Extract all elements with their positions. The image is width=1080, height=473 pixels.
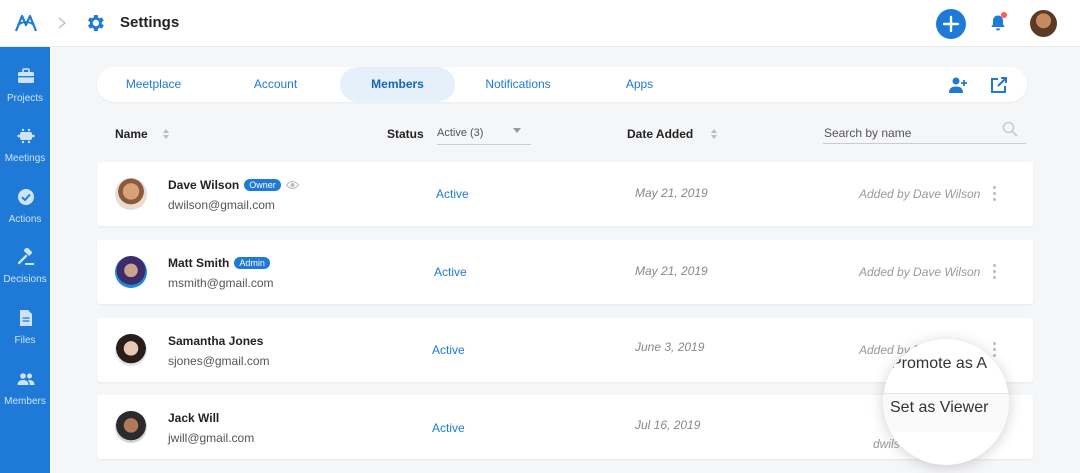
sidebar-item-label: Meetings — [4, 153, 46, 164]
page-title: Settings — [120, 14, 180, 31]
context-menu-magnifier: Promote as A Set as Viewer — [883, 339, 1009, 465]
table-row[interactable]: Dave Wilson Owner dwilson@gmail.com Activ… — [97, 162, 1033, 226]
tab-apps[interactable]: Apps — [583, 67, 696, 102]
sidebar-item-label: Projects — [6, 93, 44, 104]
more-options-icon[interactable] — [993, 186, 997, 202]
gear-icon — [88, 15, 104, 31]
promote-menu-item[interactable]: Promote as A — [891, 355, 987, 373]
date-added: May 21, 2019 — [635, 264, 708, 278]
tab-notifications[interactable]: Notifications — [461, 67, 575, 102]
role-badge: Admin — [234, 257, 270, 269]
member-name: Dave Wilson — [168, 178, 240, 192]
notification-dot — [1001, 12, 1007, 18]
role-badge: Owner — [244, 179, 281, 191]
sidebar-item-label: Decisions — [3, 274, 47, 285]
status-text: Active — [436, 187, 469, 201]
table-row[interactable]: Matt Smith Admin msmith@gmail.com Active … — [97, 240, 1033, 304]
avatar[interactable] — [1030, 10, 1057, 37]
more-options-icon[interactable] — [993, 264, 997, 280]
export-icon[interactable] — [989, 76, 1009, 94]
tab-account[interactable]: Account — [219, 67, 332, 102]
plus-icon — [942, 15, 960, 33]
add-member-icon[interactable] — [948, 76, 968, 94]
add-button[interactable] — [936, 9, 966, 39]
sidebar-item-meetings[interactable]: Meetings — [0, 127, 50, 183]
member-name-wrap: Dave Wilson Owner — [168, 178, 299, 192]
date-column-header[interactable]: Date Added — [627, 127, 693, 141]
added-by: Added by Dave Wilson — [859, 265, 981, 279]
sidebar-item-members[interactable]: Members — [0, 370, 50, 426]
tab-members[interactable]: Members — [340, 67, 455, 102]
member-name: Jack Will — [168, 411, 220, 425]
settings-tabs: Meetplace Account Members Notifications … — [97, 67, 1027, 102]
search-icon[interactable] — [1002, 121, 1018, 137]
file-icon — [20, 310, 32, 326]
gavel-icon — [17, 248, 34, 265]
sidebar-item-label: Files — [14, 335, 36, 346]
app-logo-icon[interactable] — [14, 11, 38, 35]
member-name: Matt Smith — [168, 256, 230, 270]
sidebar-item-actions[interactable]: Actions — [0, 188, 50, 244]
member-email: sjones@gmail.com — [168, 354, 270, 368]
member-email: dwilson@gmail.com — [168, 198, 275, 212]
sidebar-item-label: Members — [4, 396, 46, 407]
status-filter-value: Active (3) — [437, 127, 484, 139]
date-added: Jul 16, 2019 — [635, 418, 701, 432]
sidebar-item-label: Actions — [8, 214, 42, 225]
set-as-viewer-menu-item[interactable]: Set as Viewer — [890, 399, 988, 417]
member-name-wrap: Matt Smith Admin — [168, 256, 270, 270]
avatar — [115, 411, 147, 443]
status-text: Active — [432, 343, 465, 357]
eye-icon[interactable] — [285, 180, 299, 190]
more-options-icon[interactable] — [993, 342, 997, 358]
status-text: Active — [432, 421, 465, 435]
member-email: msmith@gmail.com — [168, 276, 274, 290]
meetings-icon — [17, 128, 35, 144]
name-column-header[interactable]: Name — [115, 127, 148, 141]
sidebar-item-files[interactable]: Files — [0, 309, 50, 365]
member-email: jwill@gmail.com — [168, 431, 255, 445]
date-added: May 21, 2019 — [635, 186, 708, 200]
search-input[interactable] — [823, 122, 1026, 144]
member-name: Samantha Jones — [168, 334, 264, 348]
sort-icon[interactable] — [710, 128, 718, 140]
status-text: Active — [434, 265, 467, 279]
sidebar: Projects Meetings Actions Decisions File… — [0, 47, 50, 473]
tab-meetplace[interactable]: Meetplace — [97, 67, 210, 102]
status-column-header: Status — [387, 127, 424, 141]
avatar — [115, 256, 147, 288]
sidebar-item-decisions[interactable]: Decisions — [0, 248, 50, 304]
sort-icon[interactable] — [162, 128, 170, 140]
people-icon — [17, 373, 35, 385]
sidebar-item-projects[interactable]: Projects — [0, 67, 50, 123]
chevron-right-icon — [58, 17, 67, 29]
top-bar: Settings — [0, 0, 1080, 47]
date-added: June 3, 2019 — [635, 340, 705, 354]
caret-down-icon — [513, 128, 521, 133]
status-filter-select[interactable]: Active (3) — [437, 127, 531, 145]
briefcase-icon — [18, 68, 34, 83]
added-by: Added by Dave Wilson — [859, 187, 981, 201]
avatar — [115, 334, 147, 366]
avatar — [115, 178, 147, 210]
check-circle-icon — [18, 189, 34, 205]
